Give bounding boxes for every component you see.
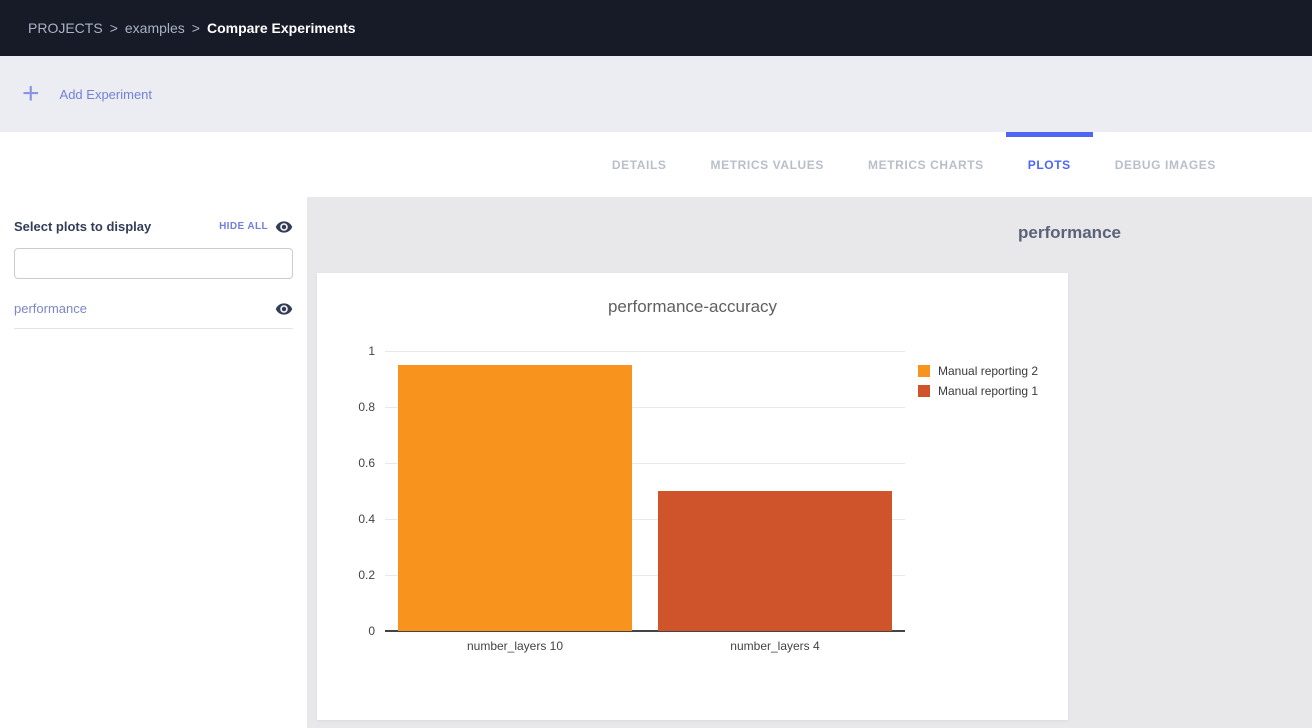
chart-title: performance-accuracy [317, 297, 1068, 317]
add-experiment-button[interactable]: + Add Experiment [22, 79, 152, 109]
legend-swatch [918, 385, 930, 397]
plus-icon: + [22, 79, 40, 109]
plot-filter-input[interactable] [14, 248, 293, 279]
plot-card: performance-accuracy Manual reporting 2M… [317, 273, 1068, 720]
breadcrumb-separator: > [192, 20, 200, 36]
select-plots-title: Select plots to display [14, 219, 151, 234]
y-axis-tick-label: 1 [317, 344, 375, 358]
x-axis-tick-label: number_layers 10 [385, 639, 645, 653]
eye-icon [275, 220, 293, 234]
y-axis-tick-label: 0.8 [317, 400, 375, 414]
gridline [385, 351, 905, 352]
add-experiment-label: Add Experiment [60, 87, 153, 102]
hide-all-label: HIDE ALL [219, 221, 268, 232]
plot-area [385, 351, 905, 631]
tab-metrics-charts[interactable]: METRICS CHARTS [846, 132, 1006, 197]
hide-all-button[interactable]: HIDE ALL [219, 220, 293, 234]
y-axis-tick-label: 0.4 [317, 512, 375, 526]
tab-details[interactable]: DETAILS [590, 132, 689, 197]
plot-selector-sidebar: Select plots to display HIDE ALL perform… [0, 197, 307, 728]
eye-icon [275, 302, 293, 316]
top-bar: PROJECTS > examples > Compare Experiment… [0, 0, 1312, 56]
plot-group-title: performance [1018, 223, 1121, 243]
chart-bar [398, 365, 632, 631]
legend-label: Manual reporting 2 [938, 364, 1038, 378]
tab-debug-images[interactable]: DEBUG IMAGES [1093, 132, 1238, 197]
chart-bar [658, 491, 892, 631]
y-axis-tick-label: 0.6 [317, 456, 375, 470]
legend-label: Manual reporting 1 [938, 384, 1038, 398]
tab-plots[interactable]: PLOTS [1006, 132, 1093, 197]
chart-legend: Manual reporting 2 Manual reporting 1 [918, 361, 1038, 401]
legend-item[interactable]: Manual reporting 1 [918, 381, 1038, 401]
plot-list-item[interactable]: performance [14, 299, 293, 329]
breadcrumb-separator: > [110, 20, 118, 36]
breadcrumb-examples[interactable]: examples [125, 20, 185, 36]
tab-metrics-values[interactable]: METRICS VALUES [689, 132, 847, 197]
plot-visibility-toggle[interactable] [275, 302, 293, 316]
breadcrumb-projects[interactable]: PROJECTS [28, 20, 103, 36]
sidebar-header: Select plots to display HIDE ALL [14, 219, 293, 234]
plot-item-label: performance [14, 301, 87, 316]
legend-swatch [918, 365, 930, 377]
plots-panel: performance performance-accuracy Manual … [307, 197, 1312, 728]
y-axis-tick-label: 0.2 [317, 568, 375, 582]
breadcrumb-current-page: Compare Experiments [207, 20, 356, 36]
breadcrumb: PROJECTS > examples > Compare Experiment… [28, 20, 356, 36]
tab-bar: DETAILS METRICS VALUES METRICS CHARTS PL… [0, 132, 1312, 197]
toolbar: + Add Experiment [0, 56, 1312, 132]
content: Select plots to display HIDE ALL perform… [0, 197, 1312, 728]
y-axis-tick-label: 0 [317, 624, 375, 638]
legend-item[interactable]: Manual reporting 2 [918, 361, 1038, 381]
x-axis-tick-label: number_layers 4 [645, 639, 905, 653]
